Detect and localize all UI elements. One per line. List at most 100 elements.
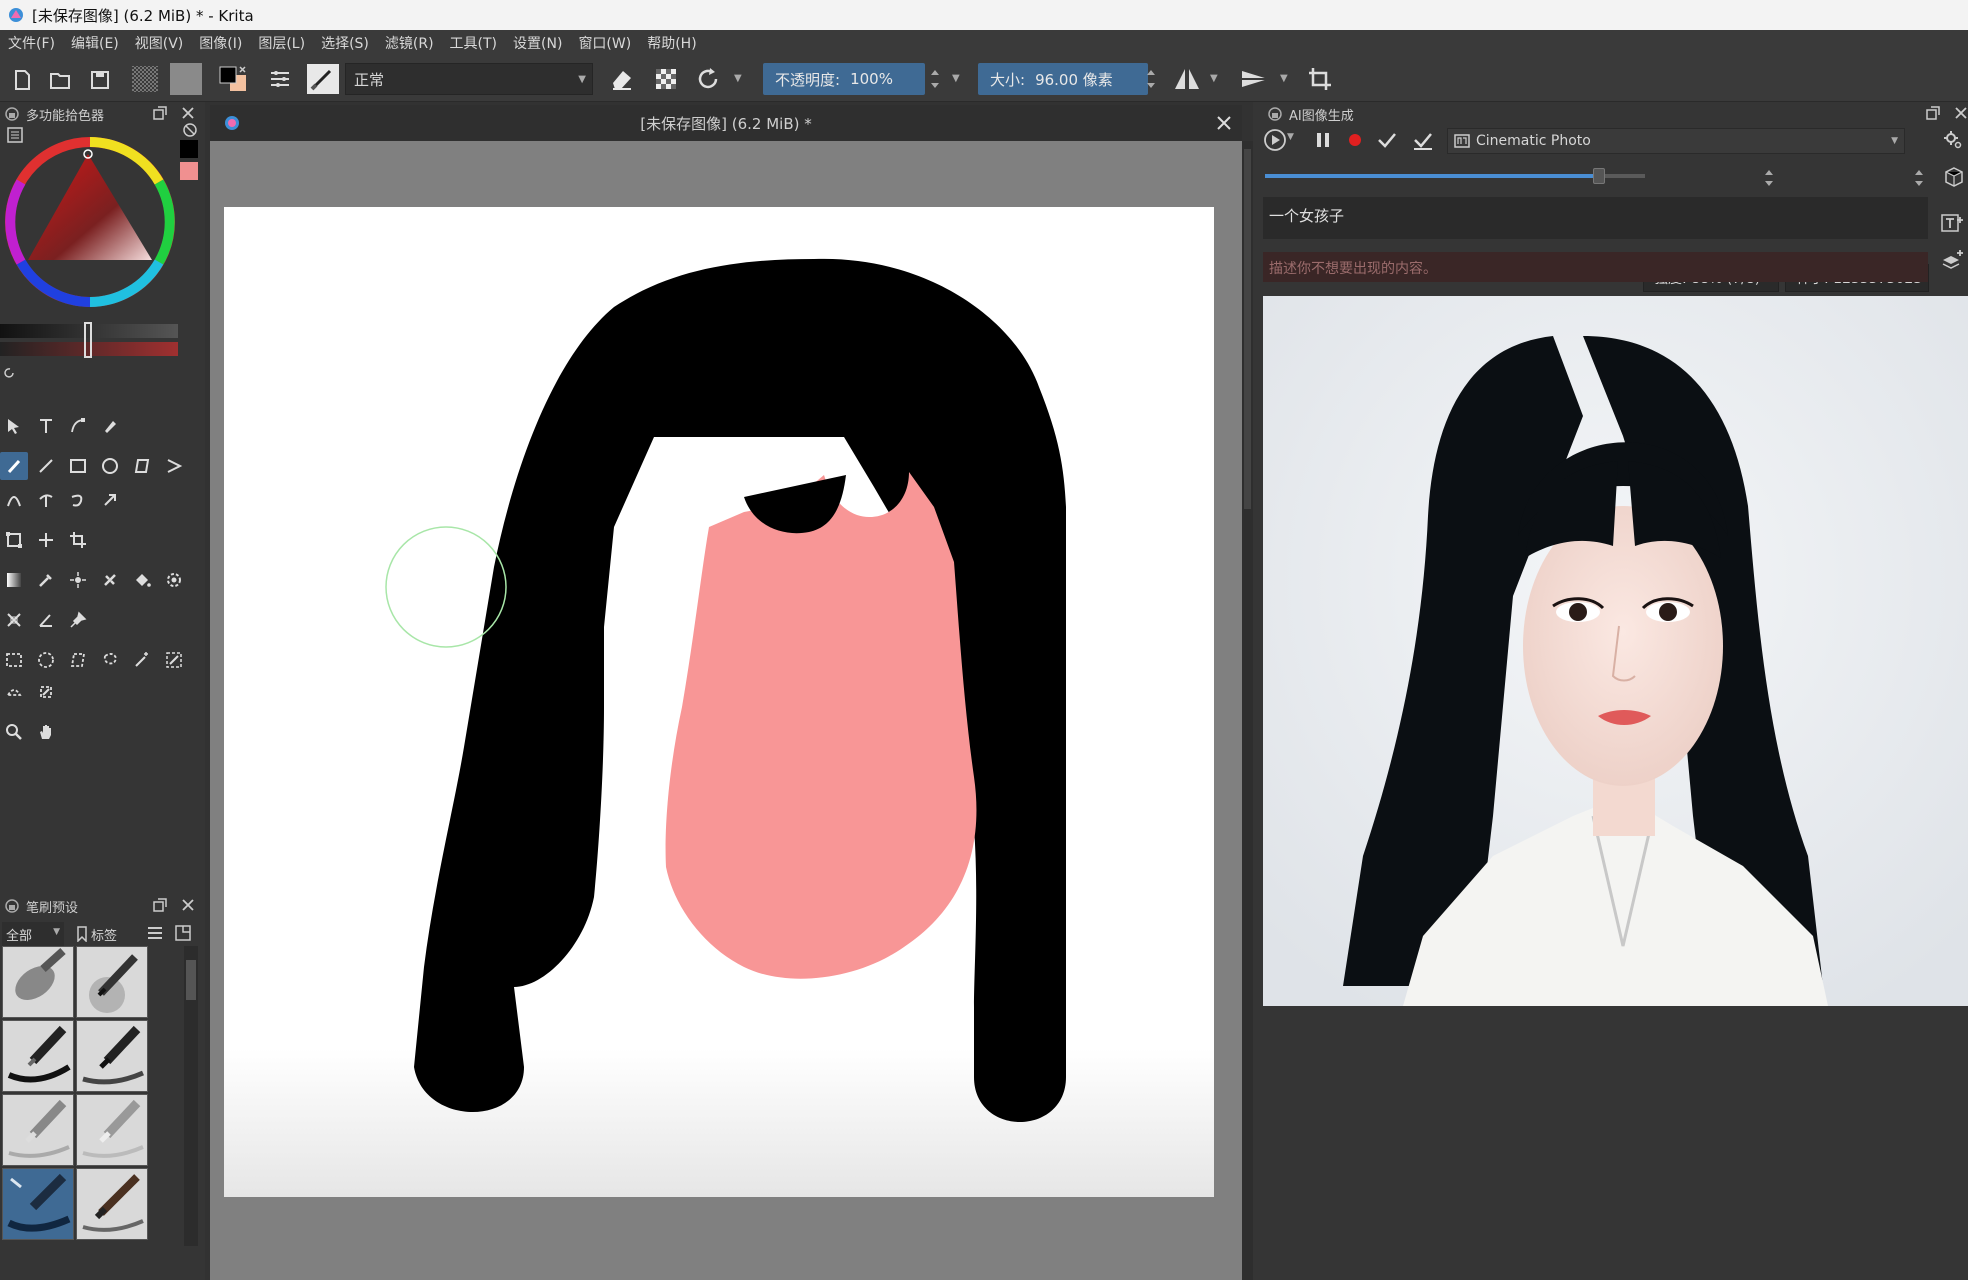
add-text-region-icon[interactable] <box>1941 212 1965 234</box>
alpha-lock-icon[interactable] <box>651 63 681 95</box>
brush-preset-item[interactable] <box>76 1094 148 1166</box>
brush-preset-item[interactable] <box>76 1020 148 1092</box>
rectangle-select-tool[interactable] <box>0 646 28 674</box>
move-tool[interactable] <box>32 526 60 554</box>
assistant-tool[interactable] <box>0 606 28 634</box>
reference-images-tool[interactable] <box>64 606 92 634</box>
background-color-swatch[interactable] <box>180 162 198 180</box>
strength-spin-icon[interactable] <box>1763 166 1775 190</box>
random-seed-dice-icon[interactable] <box>1943 166 1965 188</box>
gradient-tool[interactable] <box>0 566 28 594</box>
magnetic-select-tool[interactable] <box>32 678 60 706</box>
freehand-brush-tool[interactable] <box>0 452 28 480</box>
ellipse-select-tool[interactable] <box>32 646 60 674</box>
list-view-icon[interactable] <box>146 924 164 942</box>
calligraphy-tool[interactable] <box>96 412 124 440</box>
text-tool[interactable] <box>32 412 60 440</box>
record-icon[interactable] <box>1347 132 1363 148</box>
save-icon[interactable] <box>86 63 114 95</box>
brush-preset-item-selected[interactable] <box>2 1168 74 1240</box>
brush-tag-button[interactable]: 标签 <box>76 922 136 946</box>
menu-tools[interactable]: 工具(T) <box>450 33 497 53</box>
apply-check-icon[interactable] <box>1375 128 1399 152</box>
mirror-v-chevron-icon[interactable]: ▼ <box>1280 63 1294 95</box>
refresh-icon[interactable] <box>2 366 16 380</box>
eraser-icon[interactable] <box>607 63 637 95</box>
dock-lock-icon[interactable] <box>4 898 20 914</box>
float-dock-icon[interactable] <box>1925 105 1941 121</box>
mirror-vertical-icon[interactable] <box>1238 63 1272 95</box>
mirror-h-chevron-icon[interactable]: ▼ <box>1210 63 1224 95</box>
enclose-fill-tool[interactable] <box>160 566 188 594</box>
color-picker-tool[interactable] <box>32 566 60 594</box>
brush-preset-item[interactable] <box>76 1168 148 1240</box>
menu-file[interactable]: 文件(F) <box>8 33 55 53</box>
menu-view[interactable]: 视图(V) <box>135 33 184 53</box>
opacity-spin-icon[interactable] <box>928 63 942 95</box>
mirror-horizontal-icon[interactable] <box>1170 63 1204 95</box>
brush-preset-item[interactable] <box>2 1094 74 1166</box>
pause-icon[interactable] <box>1311 128 1335 152</box>
contiguous-select-tool[interactable] <box>128 646 156 674</box>
brush-list-scrollbar[interactable] <box>184 946 198 1246</box>
reload-dropdown-chevron-icon[interactable]: ▼ <box>734 63 748 95</box>
smart-patch-tool[interactable] <box>96 566 124 594</box>
multibrush-tool[interactable] <box>96 486 124 514</box>
transform-tool[interactable] <box>0 526 28 554</box>
play-mode-chevron-icon[interactable]: ▼ <box>1287 132 1294 142</box>
menu-settings[interactable]: 设置(N) <box>513 33 562 53</box>
new-document-icon[interactable] <box>8 63 36 95</box>
style-select[interactable]: Cinematic Photo ▼ <box>1447 128 1905 154</box>
brush-filter-select[interactable]: 全部 ▼ <box>2 922 64 946</box>
document-tab[interactable]: [未保存图像] (6.2 MiB) * <box>210 105 1242 141</box>
close-dock-icon[interactable] <box>180 105 196 121</box>
color-wheel-triangle[interactable] <box>0 132 180 312</box>
freehand-select-tool[interactable] <box>96 646 124 674</box>
brush-settings-icon[interactable] <box>266 63 294 95</box>
rectangle-tool[interactable] <box>64 452 92 480</box>
prompt-input[interactable]: 一个女孩子 <box>1263 197 1928 239</box>
close-dock-icon[interactable] <box>1953 105 1968 121</box>
pattern-swatch[interactable] <box>170 63 202 95</box>
similar-select-tool[interactable] <box>160 646 188 674</box>
polygon-tool[interactable] <box>128 452 156 480</box>
strength-slider-handle[interactable] <box>1593 168 1606 184</box>
close-dock-icon[interactable] <box>180 897 196 913</box>
pan-tool[interactable] <box>32 718 60 746</box>
close-document-icon[interactable] <box>1216 115 1232 131</box>
brush-preset-icon[interactable] <box>306 63 340 95</box>
canvas-viewport[interactable] <box>210 105 1242 1280</box>
size-spin-icon[interactable] <box>1144 63 1158 95</box>
measure-tool[interactable] <box>32 606 60 634</box>
freehand-path-tool[interactable] <box>32 486 60 514</box>
menu-select[interactable]: 选择(S) <box>321 33 369 53</box>
dock-panel-icon[interactable] <box>174 924 192 942</box>
dock-lock-icon[interactable] <box>4 106 20 122</box>
play-icon[interactable] <box>1263 128 1287 152</box>
menu-window[interactable]: 窗口(W) <box>578 33 631 53</box>
brush-preset-item[interactable] <box>76 946 148 1018</box>
opacity-slider[interactable]: 不透明度: 100% <box>763 63 925 95</box>
float-dock-icon[interactable] <box>152 897 168 913</box>
ellipse-tool[interactable] <box>96 452 124 480</box>
crop-tool[interactable] <box>64 526 92 554</box>
brush-preset-item[interactable] <box>2 1020 74 1092</box>
menu-layer[interactable]: 图层(L) <box>258 33 305 53</box>
seed-spin-icon[interactable] <box>1913 166 1925 190</box>
line-tool[interactable] <box>32 452 60 480</box>
brush-preset-item[interactable] <box>2 946 74 1018</box>
canvas-vertical-scrollbar[interactable] <box>1242 141 1253 1280</box>
colorize-mask-tool[interactable] <box>64 566 92 594</box>
slider-handle[interactable] <box>84 322 92 358</box>
wraparound-crop-icon[interactable] <box>1304 63 1338 95</box>
blend-mode-select[interactable]: 正常 ▼ <box>345 63 593 95</box>
menu-filter[interactable]: 滤镜(R) <box>385 33 434 53</box>
dynamic-brush-tool[interactable] <box>64 486 92 514</box>
no-color-icon[interactable] <box>182 122 198 138</box>
settings-gear-icon[interactable] <box>1943 130 1963 150</box>
open-folder-icon[interactable] <box>46 63 74 95</box>
reload-preset-icon[interactable] <box>694 63 724 95</box>
opacity-dropdown-chevron-icon[interactable]: ▼ <box>952 63 966 95</box>
zoom-tool[interactable] <box>0 718 28 746</box>
size-slider[interactable]: 大小: 96.00 像素 <box>978 63 1148 95</box>
